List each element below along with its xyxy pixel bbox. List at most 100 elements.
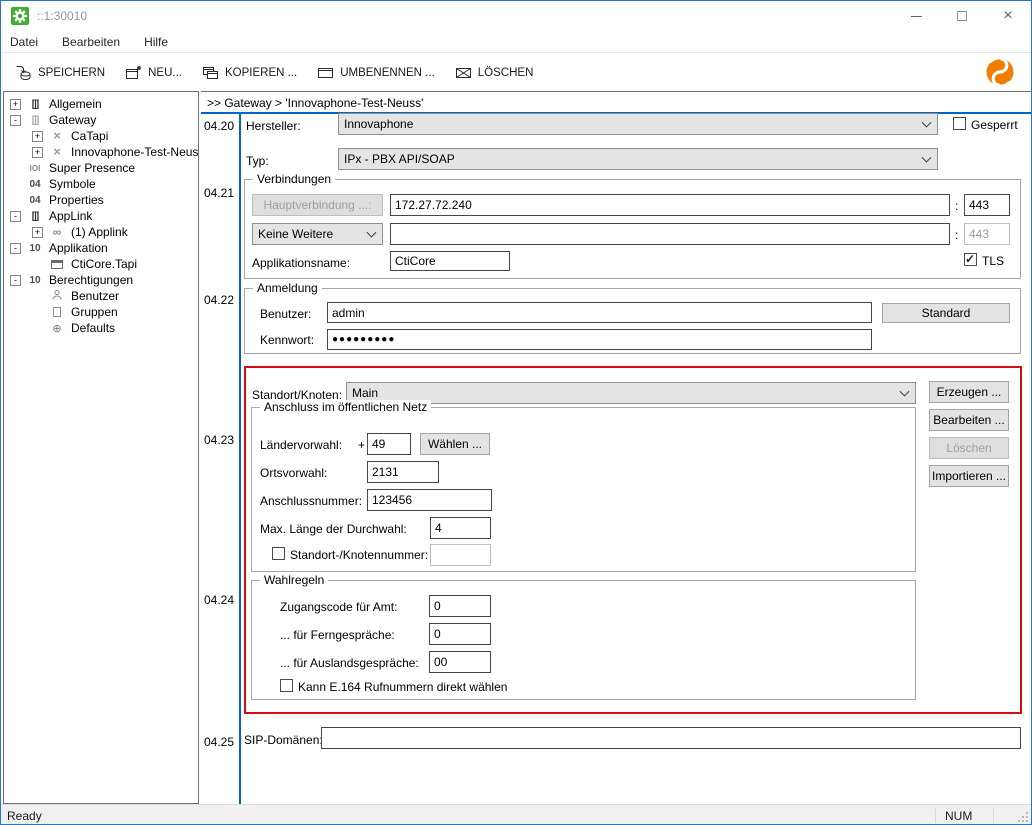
number-icon: 10 — [26, 275, 44, 286]
tree-item-symbole[interactable]: 04 Symbole — [4, 176, 198, 192]
kopieren-button[interactable]: KOPIEREN ... — [202, 65, 297, 81]
knotennummer-input — [430, 544, 491, 566]
tree-item-berechtigungen[interactable]: - 10 Berechtigungen — [4, 272, 198, 288]
tree-item-super-presence[interactable]: IOI Super Presence — [4, 160, 198, 176]
save-icon — [15, 65, 32, 81]
expand-icon[interactable]: + — [32, 131, 43, 142]
typ-value: IPx - PBX API/SOAP — [344, 152, 455, 166]
neu-label: NEU... — [148, 67, 182, 79]
gesperrt-checkbox[interactable] — [953, 117, 966, 130]
chevron-down-icon — [367, 228, 377, 238]
speichern-button[interactable]: SPEICHERN — [15, 65, 105, 81]
verbindungen-group: Verbindungen Hauptverbindung ...: : Kein… — [244, 179, 1021, 279]
applikationsname-input[interactable] — [390, 251, 510, 271]
importieren-button[interactable]: Importieren ... — [929, 465, 1009, 487]
knotennummer-checkbox[interactable] — [272, 547, 285, 560]
tree-item-label: Allgemein — [49, 97, 102, 111]
expand-icon[interactable]: + — [10, 99, 21, 110]
bearbeiten-button[interactable]: Bearbeiten ... — [929, 409, 1009, 431]
tree-item-applink-1[interactable]: + ∞ (1) Applink — [4, 224, 198, 240]
kennwort-input[interactable] — [327, 329, 872, 350]
tree-item-label: Properties — [49, 193, 104, 207]
ferngespraeche-input[interactable] — [429, 623, 491, 645]
menu-hilfe[interactable]: Hilfe — [144, 35, 168, 49]
expand-icon[interactable]: + — [32, 147, 43, 158]
resize-grip-icon[interactable] — [1018, 812, 1028, 822]
tree-item-benutzer[interactable]: Benutzer — [4, 288, 198, 304]
ortsvorwahl-label: Ortsvorwahl: — [260, 466, 327, 480]
tree-item-applikation[interactable]: - 10 Applikation — [4, 240, 198, 256]
tree-item-label: Innovaphone-Test-Neuss — [71, 145, 199, 159]
standard-button-label: Standard — [922, 306, 971, 320]
weitere-verbindung-dropdown[interactable]: Keine Weitere — [252, 223, 383, 245]
standard-button[interactable]: Standard — [882, 303, 1010, 323]
waehlen-button[interactable]: Wählen ... — [420, 433, 490, 455]
brackets-icon: [|] — [26, 211, 44, 222]
collapse-icon[interactable]: - — [10, 275, 21, 286]
tree-item-cticore-tapi[interactable]: CtiCore.Tapi — [4, 256, 198, 272]
loeschen-button[interactable]: LÖSCHEN — [455, 65, 534, 81]
durchwahl-input[interactable] — [430, 517, 491, 539]
neu-button[interactable]: NEU... — [125, 65, 182, 81]
anschlussnummer-label: Anschlussnummer: — [260, 494, 362, 508]
collapse-icon[interactable]: - — [10, 211, 21, 222]
number-icon: 04 — [26, 195, 44, 206]
tree-item-gateway[interactable]: - [|] Gateway — [4, 112, 198, 128]
tree-item-defaults[interactable]: ⊕ Defaults — [4, 320, 198, 336]
benutzer-input[interactable] — [327, 302, 872, 323]
e164-checkbox[interactable] — [280, 679, 293, 692]
erzeugen-button[interactable]: Erzeugen ... — [929, 381, 1009, 403]
menu-datei[interactable]: Datei — [10, 35, 38, 49]
amt-input[interactable] — [429, 595, 491, 617]
anschlussnummer-input[interactable] — [367, 489, 492, 511]
expand-icon[interactable]: + — [32, 227, 43, 238]
standort-dropdown[interactable]: Main — [346, 382, 916, 404]
main-panel: >> Gateway > 'Innovaphone-Test-Neuss' 04… — [201, 91, 1032, 804]
tree-item-applink[interactable]: - [|] AppLink — [4, 208, 198, 224]
maximize-button[interactable] — [939, 1, 985, 31]
number-icon: 04 — [26, 179, 44, 190]
tree-item-catapi[interactable]: + × CaTapi — [4, 128, 198, 144]
tree-item-innovaphone-test-neuss[interactable]: + × Innovaphone-Test-Neuss — [4, 144, 198, 160]
host2-input[interactable] — [390, 223, 950, 245]
sip-domaenen-input[interactable] — [321, 727, 1021, 749]
collapse-icon[interactable]: - — [10, 243, 21, 254]
laendervorwahl-input[interactable] — [367, 433, 411, 455]
tree-item-gruppen[interactable]: Gruppen — [4, 304, 198, 320]
typ-dropdown[interactable]: IPx - PBX API/SOAP — [338, 148, 938, 170]
umbenennen-button[interactable]: UMBENENNEN ... — [317, 65, 435, 81]
collapse-icon[interactable]: - — [10, 115, 21, 126]
copy-icon — [202, 65, 219, 81]
weitere-verbindung-value: Keine Weitere — [258, 227, 333, 241]
kopieren-label: KOPIEREN ... — [225, 67, 297, 79]
tree-item-properties[interactable]: 04 Properties — [4, 192, 198, 208]
minimize-button[interactable] — [893, 1, 939, 31]
tree-item-label: AppLink — [49, 209, 92, 223]
tree-item-label: Gateway — [49, 113, 96, 127]
erzeugen-label: Erzeugen ... — [937, 385, 1002, 399]
anschluss-group: Anschluss im öffentlichen Netz Ländervor… — [251, 407, 916, 572]
auslandsgespraeche-input[interactable] — [429, 651, 491, 673]
plus-prefix: + — [358, 438, 365, 452]
anmeldung-group: Anmeldung Benutzer: Standard Kennwort: — [244, 288, 1021, 354]
menu-bearbeiten[interactable]: Bearbeiten — [62, 35, 120, 49]
minimize-icon — [911, 16, 922, 17]
section-divider-line — [239, 114, 241, 804]
section-number: 04.24 — [201, 593, 237, 607]
amt-label: Zugangscode für Amt: — [280, 600, 397, 614]
tls-checkbox[interactable] — [964, 253, 977, 266]
port2-input — [964, 223, 1010, 245]
port-input[interactable] — [964, 194, 1010, 216]
gesperrt-label: Gesperrt — [971, 118, 1018, 132]
loeschen-label: LÖSCHEN — [478, 67, 534, 79]
close-button[interactable]: × — [985, 1, 1031, 31]
host-input[interactable] — [390, 194, 950, 216]
app-gear-icon — [11, 7, 29, 25]
hersteller-dropdown[interactable]: Innovaphone — [338, 113, 938, 135]
innovaphone-logo — [983, 55, 1017, 89]
monitor-icon: IOI — [26, 164, 44, 173]
person-icon — [48, 289, 66, 304]
tree-item-allgemein[interactable]: + [|] Allgemein — [4, 96, 198, 112]
bearbeiten-label: Bearbeiten ... — [933, 413, 1004, 427]
ortsvorwahl-input[interactable] — [367, 461, 439, 483]
